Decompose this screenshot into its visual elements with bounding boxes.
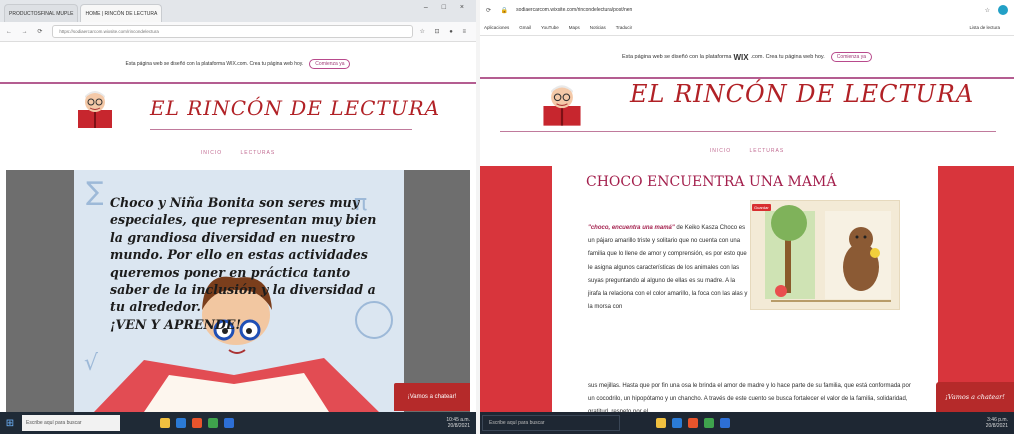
taskbar-search[interactable]: Escribe aquí para buscar <box>482 415 620 431</box>
bookmark-item[interactable]: Lista de lectura <box>969 25 1000 30</box>
bookmark-item[interactable]: Traducir <box>616 25 632 30</box>
reading-character-logo <box>543 85 581 126</box>
reading-character-logo <box>78 91 112 128</box>
chrome-icon[interactable] <box>208 418 218 428</box>
taskbar: Escribe aquí para buscar 3:46 p.m. 20/8/… <box>480 412 1014 434</box>
tray-date: 20/8/2021 <box>985 423 1008 429</box>
comienza-ya-button[interactable]: Comienza ya <box>830 52 872 62</box>
back-reload-icons[interactable]: ⟳ 🔒 <box>486 7 512 14</box>
star-icon[interactable]: ☆ <box>985 7 990 14</box>
edge-icon[interactable] <box>176 418 186 428</box>
title-underline <box>500 131 996 132</box>
address-bar[interactable]: sodiaercarcom.wixsite.com/rincondelectur… <box>516 7 984 13</box>
system-tray[interactable]: 10:45 a.m. 20/8/2021 <box>446 417 470 429</box>
save-badge[interactable]: Guardar <box>752 204 771 211</box>
chrome-icon[interactable] <box>704 418 714 428</box>
file-explorer-icon[interactable] <box>656 418 666 428</box>
wix-banner: Esta página web se diseñó con la platafo… <box>0 56 476 72</box>
svg-text:√: √ <box>84 351 99 376</box>
bookmark-item[interactable]: Maps <box>569 25 580 30</box>
bookmarks-bar: Aplicaciones Gmail YouTube Maps Noticias… <box>480 20 1014 36</box>
tray-date: 20/8/2021 <box>447 423 470 429</box>
site-menu: INICIO LECTURAS <box>480 148 1014 154</box>
wix-brand: WIX <box>733 52 749 62</box>
header-divider <box>0 82 476 84</box>
post-body: "choco, encuentra una mamá" de Keiko Kas… <box>588 222 748 314</box>
story-paragraph: Choco y Niña Bonita son seres muy especi… <box>110 195 377 315</box>
taskbar-apps <box>160 418 240 428</box>
navigation-bar: ← → ⟳ https://sodiaercarcom.wixsite.com/… <box>0 22 476 42</box>
chat-button[interactable]: ¡Vamos a chatear! <box>936 382 1014 412</box>
office-icon[interactable] <box>688 418 698 428</box>
post-title: CHOCO ENCUENTRA UNA MAMÁ <box>586 174 837 190</box>
system-tray[interactable]: 3:46 p.m. 20/8/2021 <box>986 417 1008 429</box>
tab-productos[interactable]: PRODUCTOSFINAL MUPLE <box>4 4 79 22</box>
site-title[interactable]: EL RINCÓN DE LECTURA <box>630 80 974 108</box>
title-underline <box>150 129 412 130</box>
chat-button[interactable]: ¡Vamos a chatear! <box>394 383 470 411</box>
edge-icon[interactable] <box>672 418 682 428</box>
wix-banner-pre: Esta página web se diseñó con la platafo… <box>622 54 732 60</box>
bookmark-item[interactable]: Noticias <box>590 25 606 30</box>
menu-lecturas[interactable]: LECTURAS <box>240 150 275 156</box>
word-icon[interactable] <box>224 418 234 428</box>
post-lead: "choco, encuentra una mamá" <box>588 225 675 231</box>
svg-text:∑: ∑ <box>86 177 104 207</box>
windows-start-icon[interactable]: ⊞ <box>0 418 20 429</box>
navigation-bar: ⟳ 🔒 sodiaercarcom.wixsite.com/rincondele… <box>480 0 1014 20</box>
window-controls[interactable]: – □ × <box>424 4 470 11</box>
left-browser-window: PRODUCTOSFINAL MUPLE HOME | RINCÓN DE LE… <box>0 0 476 434</box>
bookmark-item[interactable]: YouTube <box>541 25 559 30</box>
office-icon[interactable] <box>192 418 202 428</box>
wix-banner: Esta página web se diseñó con la platafo… <box>480 48 1014 66</box>
taskbar-apps <box>656 418 736 428</box>
story-tail: ¡VEN Y APRENDE! <box>110 316 242 332</box>
wix-banner-text: Esta página web se diseñó con la platafo… <box>125 61 304 67</box>
word-icon[interactable] <box>720 418 730 428</box>
bookmark-item[interactable]: Gmail <box>519 25 531 30</box>
hero-story-text: Choco y Niña Bonita son seres muy especi… <box>110 194 380 333</box>
menu-inicio[interactable]: INICIO <box>710 148 731 154</box>
toolbar-icons[interactable]: ☆ ⊡ ● ≡ <box>419 28 470 35</box>
book-cover-image <box>750 200 900 310</box>
menu-lecturas[interactable]: LECTURAS <box>749 148 784 154</box>
site-menu: INICIO LECTURAS <box>0 150 476 156</box>
wix-banner-post: .com. Crea tu página web hoy. <box>750 54 825 60</box>
post-body-text: de Keiko Kasza Choco es un pájaro amaril… <box>588 225 748 311</box>
tab-home[interactable]: HOME | RINCÓN DE LECTURA <box>80 4 163 22</box>
menu-inicio[interactable]: INICIO <box>201 150 222 156</box>
taskbar: ⊞ Escribe aquí para buscar 10:45 a.m. 20… <box>0 412 476 434</box>
back-forward-reload-icons[interactable]: ← → ⟳ <box>6 28 46 35</box>
address-bar[interactable]: https://sodiaercarcom.wixsite.com/rincon… <box>52 25 414 38</box>
book-illustration <box>765 205 891 302</box>
profile-avatar[interactable] <box>998 5 1008 15</box>
bookmark-item[interactable]: Aplicaciones <box>484 25 509 30</box>
tab-bar: PRODUCTOSFINAL MUPLE HOME | RINCÓN DE LE… <box>0 0 476 22</box>
right-browser-window: ⟳ 🔒 sodiaercarcom.wixsite.com/rincondele… <box>480 0 1014 434</box>
site-title[interactable]: EL RINCÓN DE LECTURA <box>150 96 440 120</box>
taskbar-search[interactable]: Escribe aquí para buscar <box>22 415 120 431</box>
header-divider <box>480 77 1014 79</box>
file-explorer-icon[interactable] <box>160 418 170 428</box>
comienza-ya-button[interactable]: Comienza ya <box>309 59 351 69</box>
